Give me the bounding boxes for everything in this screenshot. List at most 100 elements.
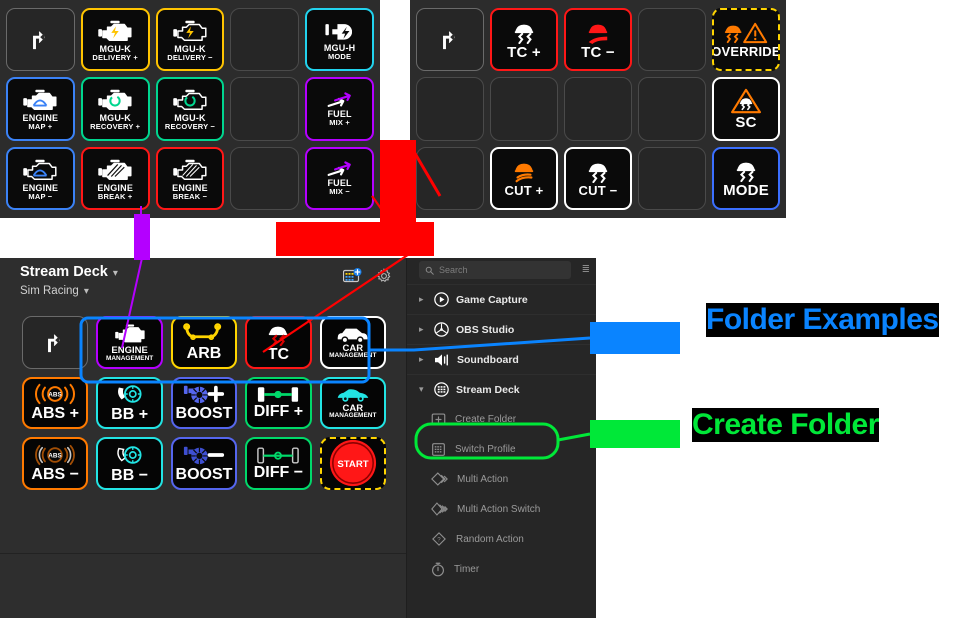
svg-text:START: START xyxy=(337,459,368,470)
boost-plus-icon xyxy=(183,383,225,405)
deck-key-mguk-rec-p[interactable]: MGU-K RECOVERY + xyxy=(80,77,150,141)
deck-key-boost-minus[interactable]: BOOST xyxy=(170,437,238,490)
panel-divider xyxy=(0,553,406,554)
sidebar-category-label: Stream Deck xyxy=(456,383,520,396)
deck-key-empty-10[interactable] xyxy=(638,146,706,210)
play-circle-icon xyxy=(434,292,449,307)
deck-key-override[interactable]: OVERRIDE xyxy=(712,8,780,72)
deck-key-engine-brk-m[interactable]: ENGINE BREAK − xyxy=(155,146,225,210)
deck-key-boost-plus[interactable]: BOOST xyxy=(170,376,238,430)
deck-key-sd-back[interactable] xyxy=(22,316,89,369)
deck-key-back2[interactable] xyxy=(416,8,484,72)
deck-key-fuel-mix-p[interactable]: FUEL MIX + xyxy=(305,77,374,141)
deck-key-abs-plus[interactable]: ABS ABS + xyxy=(22,376,89,430)
deck-key-label: BB − xyxy=(111,467,149,485)
deck-key-label: OVERRIDE xyxy=(712,43,780,59)
deck-key-diff-minus[interactable]: DIFF − xyxy=(245,437,312,490)
deck-key-empty-4[interactable] xyxy=(638,8,706,72)
sidebar-action-create-folder[interactable]: Create Folder xyxy=(407,404,596,434)
deck-key-engine-brk-p[interactable]: ENGINE BREAK + xyxy=(80,146,150,210)
chevron-down-icon[interactable]: ▾ xyxy=(419,384,427,395)
chevron-down-icon[interactable]: ▾ xyxy=(113,268,118,279)
deck-key-mguk-rec-m[interactable]: MGU-K RECOVERY − xyxy=(155,77,225,141)
abs-orange-icon: ABS xyxy=(34,383,76,405)
sidebar-category-obs-studio[interactable]: ▸ OBS Studio xyxy=(407,314,596,344)
sidebar-action-switch-profile[interactable]: Switch Profile xyxy=(407,434,596,464)
sidebar-category-game-capture[interactable]: ▸ Game Capture xyxy=(407,284,596,314)
deck-key-label: DIFF − xyxy=(253,463,304,481)
deck-key-empty-5[interactable] xyxy=(416,77,484,141)
deck-key-abs-minus[interactable]: ABS ABS − xyxy=(22,437,89,490)
engine-brake-icon xyxy=(97,157,133,183)
sidebar-action-random-action[interactable]: ? Random Action xyxy=(407,524,596,554)
sidebar-action-timer[interactable]: Timer xyxy=(407,554,596,584)
svg-text:ABS: ABS xyxy=(48,453,61,460)
mguh-icon xyxy=(323,19,357,43)
sidebar-action-multi-action-switch[interactable]: Multi Action Switch xyxy=(407,494,596,524)
deck-key-back[interactable] xyxy=(6,8,75,72)
chevron-down-icon-profile[interactable]: ▾ xyxy=(84,286,89,297)
page-title[interactable]: Stream Deck ▾ xyxy=(20,264,118,280)
stream-deck-title-text: Stream Deck xyxy=(20,264,108,280)
sidebar-category-stream-deck[interactable]: ▾ Stream Deck xyxy=(407,374,596,404)
deck-key-label: FUEL MIX + xyxy=(327,108,352,127)
deck-key-mguk-del-p[interactable]: MGU-K DELIVERY + xyxy=(80,8,150,72)
boost-minus-icon xyxy=(183,444,225,466)
deck-key-tc-folder[interactable]: TC xyxy=(245,316,312,369)
deck-key-sc[interactable]: SC xyxy=(712,77,780,141)
deck-key-cut-minus[interactable]: CUT − xyxy=(564,146,632,210)
deck-key-label: TC − xyxy=(581,43,615,61)
gear-icon[interactable] xyxy=(376,268,392,289)
tc-red-folder-icon xyxy=(265,322,291,347)
deck-key-empty-8[interactable] xyxy=(638,77,706,141)
deck-key-empty-1[interactable] xyxy=(230,8,300,72)
engine-map-icon xyxy=(22,87,58,113)
chevron-right-icon[interactable]: ▸ xyxy=(419,324,427,335)
deck-key-empty-7[interactable] xyxy=(564,77,632,141)
chevron-right-icon[interactable]: ▸ xyxy=(419,294,427,305)
deck-key-label: CUT + xyxy=(504,183,544,199)
deck-key-engine-map-p[interactable]: ENGINE MAP + xyxy=(6,77,75,141)
deck-key-empty-9[interactable] xyxy=(416,146,484,210)
car-white-icon xyxy=(335,325,371,344)
deck-key-bb-plus[interactable]: BB + xyxy=(96,376,163,430)
deck-key-empty-2[interactable] xyxy=(230,77,300,141)
sidebar-action-multi-action[interactable]: Multi Action xyxy=(407,464,596,494)
tc-orange-icon xyxy=(511,159,537,183)
deck-key-cut-plus[interactable]: CUT + xyxy=(490,146,558,210)
deck-key-mguk-del-m[interactable]: MGU-K DELIVERY − xyxy=(155,8,225,72)
deck-key-mguh-mode[interactable]: MGU-H MODE xyxy=(305,8,374,72)
obs-icon xyxy=(434,322,449,337)
deck-key-tc-mode[interactable]: MODE xyxy=(712,146,780,210)
deck-key-label: ENGINE MANAGEMENT xyxy=(105,345,154,362)
stream-deck-key-area: Stream Deck ▾ Sim Racing ▾ ENGINE MANAGE… xyxy=(0,258,406,618)
override-icon xyxy=(724,22,768,44)
deck-key-diff-plus[interactable]: DIFF + xyxy=(245,376,312,430)
deck-key-bb-minus[interactable]: BB − xyxy=(96,437,163,490)
folder-plus-icon xyxy=(431,412,446,427)
deck-key-label: MODE xyxy=(723,182,769,200)
deck-key-car-mgmt-c[interactable]: CAR MANAGEMENT xyxy=(319,376,386,430)
deck-key-engine-map-m[interactable]: ENGINE MAP − xyxy=(6,146,75,210)
search-input[interactable]: Search xyxy=(419,261,571,279)
deck-key-tc-minus[interactable]: TC − xyxy=(564,8,632,72)
profile-selector[interactable]: Sim Racing ▾ xyxy=(20,285,89,297)
deck-key-engine-mgmt[interactable]: ENGINE MANAGEMENT xyxy=(96,316,163,369)
deck-key-empty-6[interactable] xyxy=(490,77,558,141)
filter-icon[interactable]: ≣ xyxy=(582,264,590,275)
deck-key-tc-plus[interactable]: TC + xyxy=(490,8,558,72)
engine-lightning-outline-icon xyxy=(172,18,208,44)
speaker-icon xyxy=(434,353,450,367)
deck-key-empty-3[interactable] xyxy=(230,146,300,210)
deck-key-label: BOOST xyxy=(175,405,233,423)
svg-text:ABS: ABS xyxy=(48,392,61,399)
chevron-right-icon[interactable]: ▸ xyxy=(419,354,427,365)
deck-key-start[interactable]: START xyxy=(319,437,386,490)
deck-key-car-mgmt-w[interactable]: CAR MANAGEMENT xyxy=(319,316,386,369)
deck-key-arb[interactable]: ARB xyxy=(170,316,238,369)
sidebar-category-soundboard[interactable]: ▸ Soundboard xyxy=(407,344,596,374)
brake-bias-icon xyxy=(115,382,145,406)
deck-key-fuel-mix-m[interactable]: FUEL MIX − xyxy=(305,146,374,210)
tc-white-icon xyxy=(511,20,537,44)
keypad-add-icon[interactable] xyxy=(342,268,362,289)
